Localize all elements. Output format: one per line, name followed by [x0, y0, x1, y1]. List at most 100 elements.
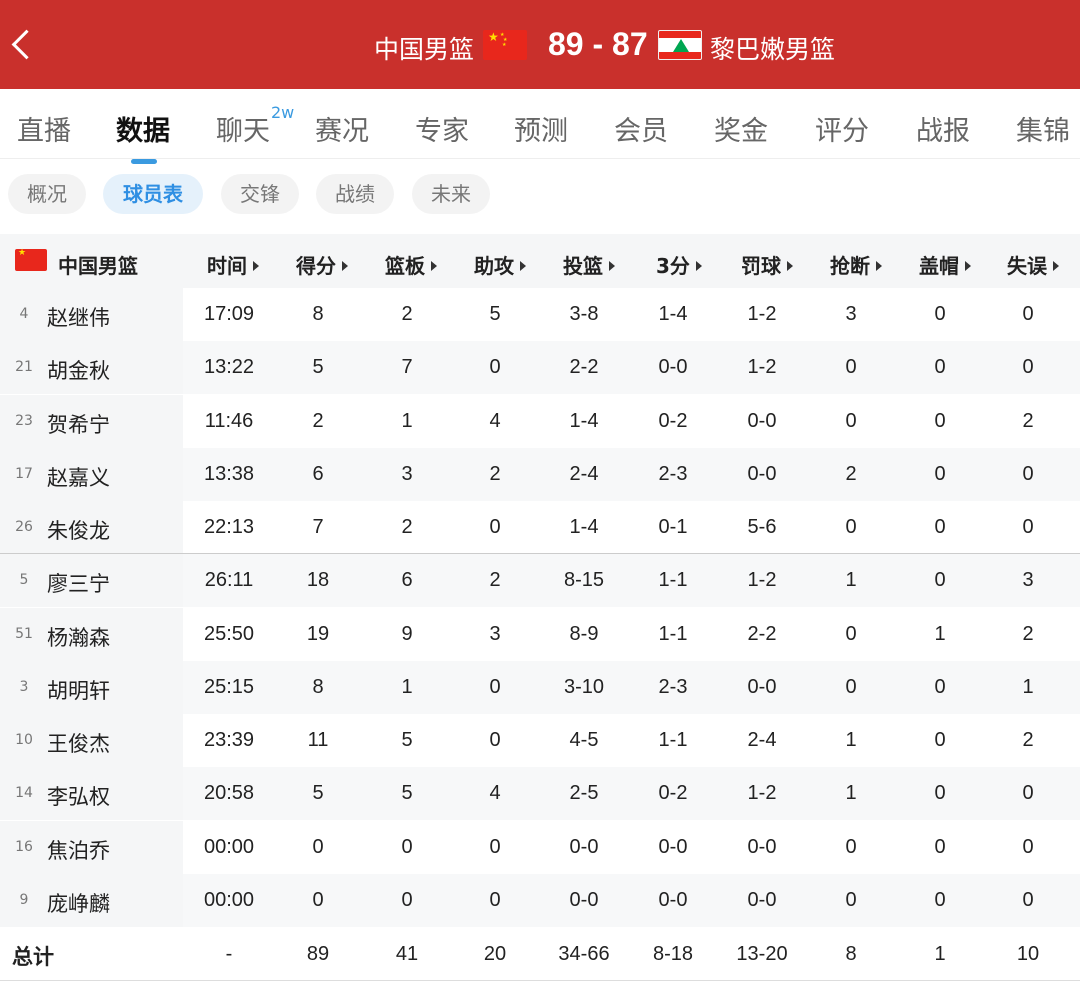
tab-rating[interactable]: 评分 — [815, 109, 869, 148]
table-row[interactable]: 14 李弘权 20:58 5 5 4 2-5 0-2 1-2 1 0 0 — [0, 767, 1080, 821]
stat-cell: 1-1 — [658, 622, 688, 645]
col-header-ft[interactable]: 罚球 — [741, 250, 793, 279]
table-row[interactable]: 26 朱俊龙 22:13 7 2 0 1-4 0-1 5-6 0 0 0 — [0, 501, 1080, 554]
stat-cell: 0 — [1022, 782, 1034, 805]
player-name[interactable]: 廖三宁 — [47, 568, 110, 598]
col-header-points[interactable]: 得分 — [296, 250, 348, 279]
stat-cell: 0 — [489, 356, 501, 379]
chat-count-badge: 2w — [271, 103, 295, 122]
player-name-cell: 17 赵嘉义 — [0, 447, 183, 501]
stat-cell: 0 — [312, 835, 324, 858]
stat-cell: 3 — [845, 303, 857, 325]
back-button[interactable] — [10, 26, 40, 66]
stat-cell: 26:11 — [204, 569, 254, 592]
col-header-assists[interactable]: 助攻 — [474, 250, 526, 279]
col-header-turnovers[interactable]: 失误 — [1007, 250, 1059, 279]
stat-cell: 11:46 — [204, 409, 254, 432]
sort-arrow-icon — [520, 261, 526, 271]
stat-cell: 00:00 — [203, 888, 255, 911]
col-header-3pt[interactable]: 3分 — [656, 250, 702, 279]
col-header-steals[interactable]: 抢断 — [830, 250, 882, 279]
stat-cell: 0 — [489, 888, 501, 911]
stat-cell: 0 — [934, 409, 946, 432]
total-stat-cell: - — [225, 943, 233, 965]
stat-cell: 13:38 — [203, 462, 255, 485]
stat-cell: 5 — [312, 356, 324, 379]
player-name[interactable]: 李弘权 — [47, 781, 110, 811]
tab-expert[interactable]: 专家 — [415, 109, 469, 148]
table-row[interactable]: 17 赵嘉义 13:38 6 3 2 2-4 2-3 0-0 2 0 0 — [0, 447, 1080, 501]
subtab-overview[interactable]: 概况 — [8, 174, 86, 214]
player-name[interactable]: 杨瀚森 — [47, 622, 110, 652]
team-column-header: 中国男篮 — [58, 254, 138, 278]
col-header-blocks[interactable]: 盖帽 — [919, 250, 971, 279]
player-name[interactable]: 焦泊乔 — [47, 835, 110, 865]
tab-bonus[interactable]: 奖金 — [714, 109, 768, 148]
stat-cell: 25:15 — [203, 675, 255, 698]
table-row[interactable]: 9 庞峥麟 00:00 0 0 0 0-0 0-0 0-0 0 0 0 — [0, 873, 1080, 927]
stat-cell: 1-1 — [658, 569, 688, 592]
total-stat-cell: 41 — [395, 943, 419, 965]
table-row[interactable]: 10 王俊杰 23:39 11 5 0 4-5 1-1 2-4 1 0 2 — [0, 714, 1080, 767]
tab-member[interactable]: 会员 — [614, 109, 668, 148]
player-name-cell: 3 胡明轩 — [0, 660, 183, 714]
col-header-time[interactable]: 时间 — [207, 250, 259, 279]
player-name[interactable]: 胡明轩 — [47, 675, 110, 705]
stat-cell: 0 — [934, 516, 946, 538]
player-name[interactable]: 赵继伟 — [47, 302, 110, 332]
player-name[interactable]: 朱俊龙 — [47, 515, 110, 545]
stat-cell: 5 — [401, 782, 413, 805]
subtab-upcoming[interactable]: 未来 — [412, 174, 490, 214]
col-header-rebounds[interactable]: 篮板 — [385, 250, 437, 279]
stat-cell: 2-2 — [569, 356, 599, 379]
subtab-record[interactable]: 战绩 — [316, 174, 394, 214]
table-row[interactable]: 5 廖三宁 26:11 18 6 2 8-15 1-1 1-2 1 0 3 — [0, 554, 1080, 608]
col-header-fg[interactable]: 投篮 — [563, 250, 615, 279]
tab-situation[interactable]: 赛况 — [315, 109, 369, 148]
player-name[interactable]: 王俊杰 — [47, 728, 110, 758]
subtab-head-to-head[interactable]: 交锋 — [221, 174, 299, 214]
tab-highlights[interactable]: 集锦 — [1016, 109, 1070, 148]
tab-report[interactable]: 战报 — [916, 109, 970, 148]
stat-cell: 8 — [312, 675, 324, 698]
sort-arrow-icon — [431, 261, 437, 271]
stat-cell: 2 — [489, 569, 501, 592]
sort-arrow-icon — [609, 261, 615, 271]
stat-cell: 1 — [845, 729, 857, 751]
match-header: 中国男篮 ★ ★ ★ ★ 89 - 87 黎巴嫩男篮 — [0, 0, 1080, 89]
tab-live[interactable]: 直播 — [17, 109, 71, 148]
table-row[interactable]: 4 赵继伟 17:09 8 2 5 3-8 1-4 1-2 3 0 0 — [0, 288, 1080, 341]
player-name[interactable]: 赵嘉义 — [47, 462, 110, 492]
total-row: 总计 - 89 41 20 34-66 8-18 13-20 8 1 10 — [0, 927, 1080, 981]
sort-arrow-icon — [253, 261, 259, 271]
table-row[interactable]: 23 贺希宁 11:46 2 1 4 1-4 0-2 0-0 0 0 2 — [0, 394, 1080, 448]
main-tabs: 直播 数据 聊天 2w 赛况 专家 预测 会员 奖金 评分 战报 集锦 — [0, 89, 1080, 164]
tab-data[interactable]: 数据 — [116, 109, 170, 164]
table-row[interactable]: 21 胡金秋 13:22 5 7 0 2-2 0-0 1-2 0 0 0 — [0, 341, 1080, 395]
table-row[interactable]: 16 焦泊乔 00:00 0 0 0 0-0 0-0 0-0 0 0 0 — [0, 820, 1080, 874]
stat-cell: 0 — [845, 516, 857, 538]
player-name[interactable]: 庞峥麟 — [47, 888, 110, 918]
total-label: 总计 — [12, 945, 54, 969]
player-name[interactable]: 胡金秋 — [47, 355, 110, 385]
stat-cell: 2-5 — [569, 782, 599, 805]
player-number: 14 — [15, 785, 33, 802]
table-row[interactable]: 51 杨瀚森 25:50 19 9 3 8-9 1-1 2-2 0 1 2 — [0, 607, 1080, 661]
tab-chat[interactable]: 聊天 2w — [216, 103, 294, 148]
player-number: 23 — [15, 412, 33, 429]
lebanon-flag-icon — [658, 30, 702, 60]
subtab-player-stats[interactable]: 球员表 — [103, 174, 203, 214]
table-row[interactable]: 3 胡明轩 25:15 8 1 0 3-10 2-3 0-0 0 0 1 — [0, 660, 1080, 714]
stat-cell: 0 — [1022, 356, 1034, 379]
stat-cell: 17:09 — [203, 303, 255, 325]
player-name-cell: 23 贺希宁 — [0, 394, 183, 448]
stat-cell: 0 — [401, 888, 413, 911]
china-flag-icon: ★ — [15, 249, 47, 271]
stat-cell: 2 — [401, 516, 413, 538]
stat-cell: 0 — [489, 729, 501, 751]
total-stat-cell: 34-66 — [558, 943, 610, 965]
stat-cell: 0-2 — [658, 409, 688, 432]
stat-cell: 1-2 — [747, 303, 777, 325]
player-name[interactable]: 贺希宁 — [47, 409, 110, 439]
tab-predict[interactable]: 预测 — [514, 109, 568, 148]
